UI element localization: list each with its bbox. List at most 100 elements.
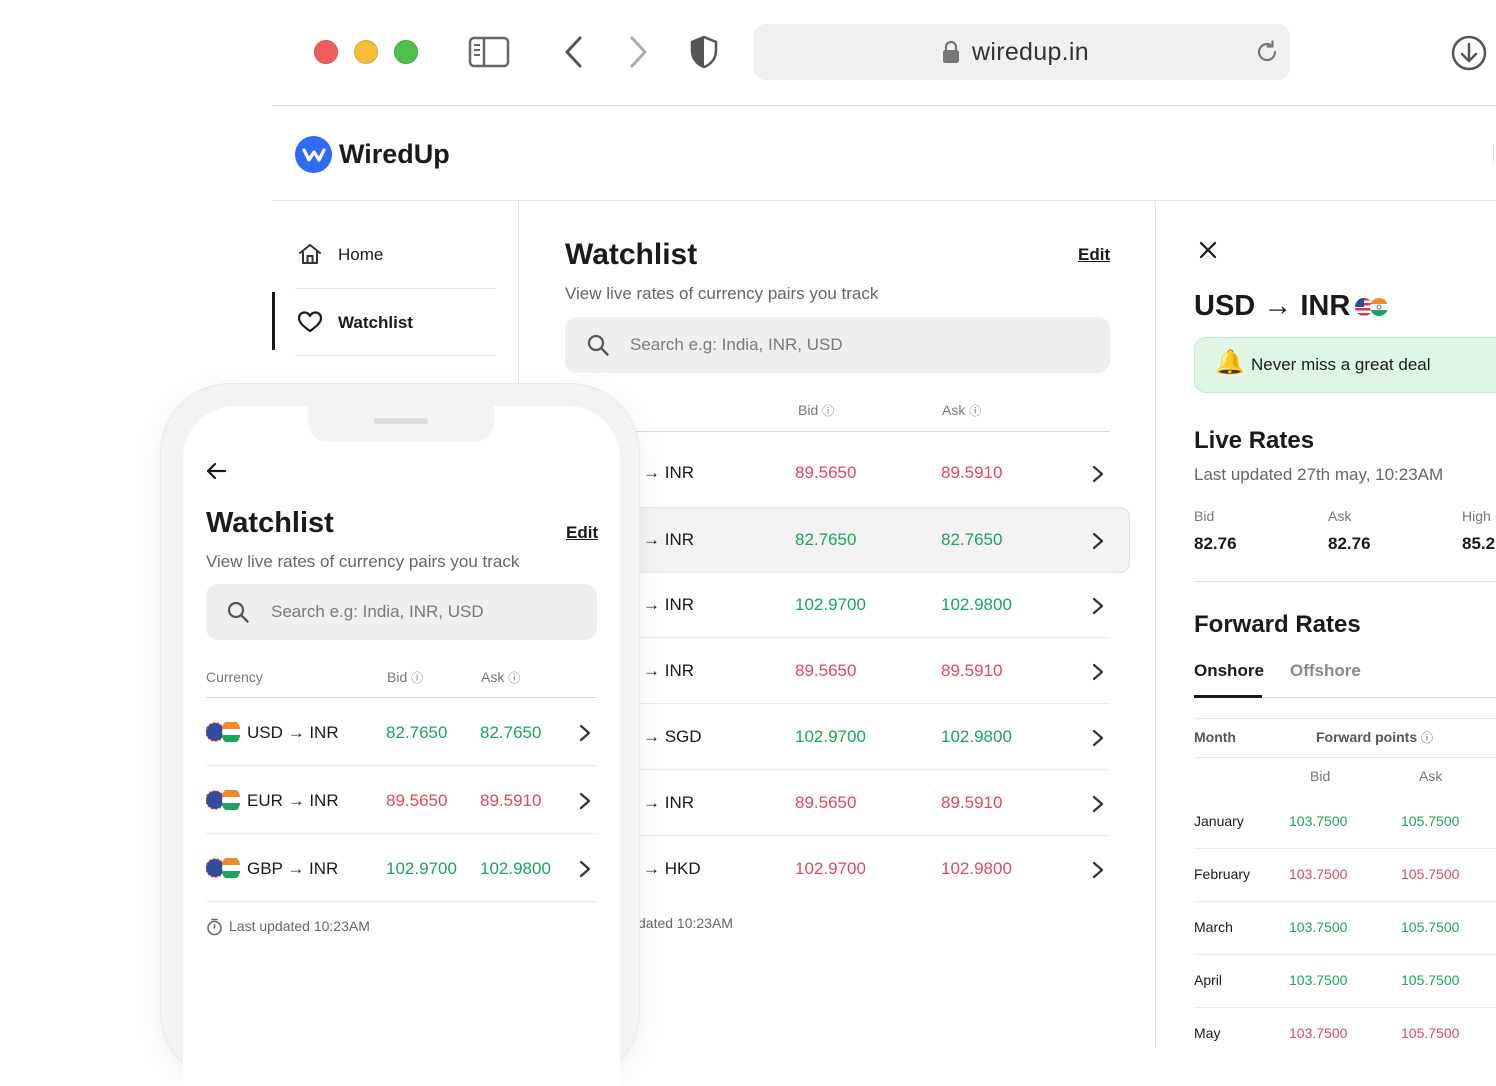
bid-rate: 89.5650 bbox=[795, 463, 857, 482]
chevron-right-icon bbox=[1092, 465, 1104, 483]
mobile-page-title: Watchlist bbox=[206, 507, 334, 539]
close-icon[interactable] bbox=[1198, 240, 1218, 260]
forward-rate-row: May 103.7500 105.7500 bbox=[1194, 1008, 1496, 1061]
chevron-right-icon bbox=[1092, 532, 1104, 550]
forward-bid: 103.7500 bbox=[1289, 813, 1348, 829]
back-arrow-icon[interactable] bbox=[562, 34, 586, 70]
column-header-month: Month bbox=[1194, 729, 1236, 745]
currency-pair: → INR bbox=[643, 463, 694, 482]
sidebar-item-watchlist[interactable]: Watchlist bbox=[295, 300, 495, 344]
column-header-ask: Ask ⓘ bbox=[481, 669, 520, 686]
sidebar-item-label: Home bbox=[338, 245, 384, 264]
chevron-right-icon bbox=[1092, 597, 1104, 615]
edit-button[interactable]: Edit bbox=[1078, 245, 1110, 265]
chevron-right-icon bbox=[1092, 795, 1104, 813]
price-alert-banner[interactable]: 🔔 Never miss a great deal bbox=[1194, 337, 1496, 393]
column-header-bid: Bid bbox=[1310, 768, 1331, 784]
info-icon[interactable]: ⓘ bbox=[822, 404, 834, 418]
mobile-watchlist-row[interactable]: EUR → INR 89.5650 89.5910 bbox=[206, 767, 597, 834]
shield-icon[interactable] bbox=[688, 34, 720, 70]
month-label: January bbox=[1194, 813, 1244, 829]
page-title: Watchlist bbox=[565, 238, 698, 271]
reload-icon[interactable] bbox=[1254, 39, 1280, 65]
watchlist-row[interactable]: → INR 89.5650 89.5910 bbox=[565, 440, 1110, 506]
back-arrow-icon[interactable] bbox=[205, 461, 227, 481]
pair-title: USD → INR bbox=[1194, 290, 1351, 322]
currency-pair: GBP → INR bbox=[247, 859, 339, 878]
sidebar-active-indicator bbox=[272, 292, 275, 350]
column-header-forward-points: Forward points ⓘ bbox=[1316, 729, 1433, 746]
window-maximize-button[interactable] bbox=[394, 40, 418, 64]
tab-active-indicator bbox=[1194, 695, 1262, 698]
tab-offshore[interactable]: Offshore bbox=[1290, 661, 1361, 681]
window-close-button[interactable] bbox=[314, 40, 338, 64]
currency-flags-icon bbox=[206, 790, 240, 810]
sidebar-toggle-icon[interactable] bbox=[468, 36, 510, 68]
column-header-label: Ask bbox=[481, 669, 505, 685]
app-name[interactable]: WiredUp bbox=[339, 139, 450, 170]
column-header-label: Bid bbox=[798, 402, 819, 418]
watchlist-row[interactable]: → INR 89.5650 89.5910 bbox=[565, 770, 1110, 836]
watchlist-row[interactable]: → INR 82.7650 82.7650 bbox=[565, 507, 1110, 573]
watchlist-row[interactable]: → SGD 102.9700 102.9800 bbox=[565, 704, 1110, 770]
forward-rate-row: April 103.7500 105.7500 bbox=[1194, 955, 1496, 1008]
stat-value: 85.2 bbox=[1462, 534, 1496, 553]
watchlist-row[interactable]: → INR 89.5650 89.5910 bbox=[565, 638, 1110, 704]
live-rates-updated: Last updated 27th may, 10:23AM bbox=[1194, 465, 1444, 484]
bid-rate: 82.7650 bbox=[795, 530, 857, 549]
watchlist-row[interactable]: → HKD 102.9700 102.9800 bbox=[565, 836, 1110, 902]
search-placeholder: Search e.g: India, INR, USD bbox=[630, 335, 843, 354]
currency-pair: → INR bbox=[643, 793, 694, 812]
info-icon[interactable]: ⓘ bbox=[1421, 731, 1433, 745]
watchlist-row[interactable]: → INR 102.9700 102.9800 bbox=[565, 572, 1110, 638]
last-updated-text: dated 10:23AM bbox=[638, 915, 733, 931]
sidebar-item-home[interactable]: Home bbox=[295, 232, 495, 276]
sidebar-divider-line bbox=[295, 288, 495, 289]
ask-rate: 82.7650 bbox=[480, 723, 542, 742]
search-input[interactable]: Search e.g: India, INR, USD bbox=[565, 317, 1110, 373]
column-header-label: Bid bbox=[387, 669, 408, 685]
window-minimize-button[interactable] bbox=[354, 40, 378, 64]
mobile-watchlist-row[interactable]: USD → INR 82.7650 82.7650 bbox=[206, 699, 597, 766]
info-icon[interactable]: ⓘ bbox=[411, 671, 423, 685]
column-header-bid: Bid ⓘ bbox=[387, 669, 423, 686]
mobile-edit-button[interactable]: Edit bbox=[566, 523, 598, 543]
ask-rate: 102.9800 bbox=[941, 859, 1012, 878]
forward-ask: 105.7500 bbox=[1401, 1025, 1460, 1041]
alert-text: Never miss a great deal bbox=[1251, 355, 1431, 374]
month-label: May bbox=[1194, 1025, 1221, 1041]
currency-flags-icon bbox=[206, 722, 240, 742]
logo-mark-icon bbox=[302, 148, 326, 162]
tab-onshore[interactable]: Onshore bbox=[1194, 661, 1264, 681]
info-icon[interactable]: ⓘ bbox=[508, 671, 520, 685]
forward-rate-row: February 103.7500 105.7500 bbox=[1194, 849, 1496, 902]
home-icon bbox=[299, 244, 321, 264]
info-icon[interactable]: ⓘ bbox=[969, 404, 981, 418]
ask-rate: 82.7650 bbox=[941, 530, 1003, 549]
phone-speaker bbox=[374, 418, 428, 424]
download-icon[interactable] bbox=[1450, 34, 1488, 72]
wiredup-logo[interactable] bbox=[295, 136, 332, 173]
forward-rate-row: January 103.7500 105.7500 bbox=[1194, 796, 1496, 849]
detail-panel-divider bbox=[1155, 201, 1156, 1048]
address-bar[interactable]: wiredup.in bbox=[754, 24, 1290, 80]
mobile-last-updated: Last updated 10:23AM bbox=[229, 918, 370, 934]
bid-rate: 89.5650 bbox=[795, 661, 857, 680]
forward-bid: 103.7500 bbox=[1289, 866, 1348, 882]
stat-label: Bid bbox=[1194, 508, 1215, 524]
bell-icon: 🔔 bbox=[1215, 349, 1245, 376]
url-text: wiredup.in bbox=[972, 38, 1089, 66]
section-divider bbox=[1194, 581, 1496, 582]
mobile-search-input[interactable]: Search e.g: India, INR, USD bbox=[206, 584, 597, 640]
chevron-right-icon bbox=[1092, 729, 1104, 747]
mobile-watchlist-row[interactable]: GBP → INR 102.9700 102.9800 bbox=[206, 835, 597, 902]
sidebar-item-label: Watchlist bbox=[338, 313, 413, 332]
forward-arrow-icon[interactable] bbox=[626, 34, 650, 70]
stat-value: 82.76 bbox=[1328, 534, 1371, 553]
month-label: February bbox=[1194, 866, 1251, 882]
stat-label: High bbox=[1462, 508, 1491, 524]
forward-ask: 105.7500 bbox=[1401, 813, 1460, 829]
ask-rate: 102.9800 bbox=[941, 727, 1012, 746]
bid-rate: 102.9700 bbox=[795, 595, 866, 614]
page-subtitle: View live rates of currency pairs you tr… bbox=[565, 284, 879, 303]
